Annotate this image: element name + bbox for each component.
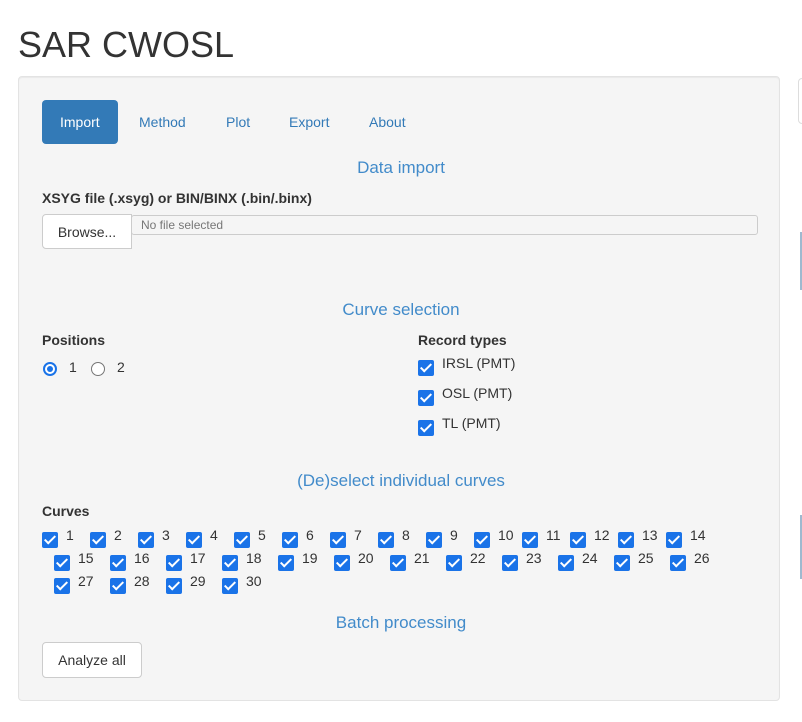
curve-checkbox[interactable] (558, 555, 574, 571)
curve-label: 18 (246, 550, 262, 566)
curve-label: 7 (354, 527, 362, 543)
curve-checkbox[interactable] (502, 555, 518, 571)
curve-label: 2 (114, 527, 122, 543)
curve-label: 16 (134, 550, 150, 566)
curve-checkbox[interactable] (618, 532, 634, 548)
file-input-label: XSYG file (.xsyg) or BIN/BINX (.bin/.bin… (42, 190, 312, 206)
positions-label: Positions (42, 332, 106, 348)
curve-label: 5 (258, 527, 266, 543)
curve-label: 20 (358, 550, 374, 566)
page-title: SAR CWOSL (18, 24, 235, 65)
browse-button[interactable]: Browse... (42, 214, 132, 249)
position-label-1: 1 (69, 359, 77, 375)
record-types-label: Record types (418, 332, 507, 348)
curve-checkbox[interactable] (570, 532, 586, 548)
curve-checkbox[interactable] (390, 555, 406, 571)
curve-checkbox[interactable] (446, 555, 462, 571)
curve-checkbox[interactable] (110, 578, 126, 594)
record-type-checkbox[interactable] (418, 360, 434, 376)
curve-label: 30 (246, 573, 262, 589)
curve-checkbox[interactable] (278, 555, 294, 571)
file-name-field[interactable]: No file selected (131, 215, 758, 235)
curve-checkbox[interactable] (166, 555, 182, 571)
position-radio-1[interactable] (43, 362, 57, 376)
curve-label: 11 (546, 527, 561, 543)
curve-label: 19 (302, 550, 318, 566)
curve-label: 17 (190, 550, 206, 566)
tab-export[interactable]: Export (271, 100, 347, 144)
curve-label: 29 (190, 573, 206, 589)
curve-label: 4 (210, 527, 218, 543)
curve-checkbox[interactable] (222, 578, 238, 594)
record-type-checkbox[interactable] (418, 420, 434, 436)
file-input: Browse... No file selected (42, 214, 758, 249)
curve-label: 10 (498, 527, 514, 543)
curve-checkbox[interactable] (378, 532, 394, 548)
curve-checkbox[interactable] (186, 532, 202, 548)
curve-checkbox[interactable] (474, 532, 490, 548)
curve-label: 22 (470, 550, 486, 566)
curve-label: 26 (694, 550, 710, 566)
curve-label: 12 (594, 527, 610, 543)
tab-import[interactable]: Import (42, 100, 118, 144)
curve-checkbox[interactable] (90, 532, 106, 548)
curve-label: 25 (638, 550, 654, 566)
curve-checkbox[interactable] (166, 578, 182, 594)
data-import-heading: Data import (357, 158, 445, 177)
adjacent-panel-edge (798, 78, 802, 124)
curve-checkbox[interactable] (426, 532, 442, 548)
curve-label: 15 (78, 550, 94, 566)
position-radio-2[interactable] (91, 362, 105, 376)
curve-checkbox[interactable] (234, 532, 250, 548)
curve-checkbox[interactable] (54, 578, 70, 594)
curve-label: 6 (306, 527, 314, 543)
curve-label: 27 (78, 573, 94, 589)
position-label-2: 2 (117, 359, 125, 375)
curve-checkbox[interactable] (54, 555, 70, 571)
tab-plot[interactable]: Plot (208, 100, 268, 144)
curve-label: 23 (526, 550, 542, 566)
record-type-checkbox[interactable] (418, 390, 434, 406)
curve-checkbox[interactable] (334, 555, 350, 571)
curve-label: 9 (450, 527, 458, 543)
curve-label: 28 (134, 573, 150, 589)
curve-label: 3 (162, 527, 170, 543)
curve-checkbox[interactable] (138, 532, 154, 548)
curve-checkbox[interactable] (42, 532, 58, 548)
analyze-all-button[interactable]: Analyze all (42, 642, 142, 678)
curve-label: 14 (690, 527, 706, 543)
curve-label: 1 (66, 527, 74, 543)
curve-selection-heading: Curve selection (342, 300, 460, 319)
tab-about[interactable]: About (351, 100, 424, 144)
curve-checkbox[interactable] (330, 532, 346, 548)
curve-label: 8 (402, 527, 410, 543)
curve-checkbox[interactable] (222, 555, 238, 571)
curve-checkbox[interactable] (670, 555, 686, 571)
curve-label: 13 (642, 527, 658, 543)
record-type-label: IRSL (PMT) (442, 355, 516, 371)
record-type-label: TL (PMT) (442, 415, 501, 431)
tab-method[interactable]: Method (121, 100, 204, 144)
record-type-label: OSL (PMT) (442, 385, 513, 401)
curves-label: Curves (42, 503, 90, 519)
curve-checkbox[interactable] (522, 532, 538, 548)
curve-label: 24 (582, 550, 598, 566)
curve-checkbox[interactable] (666, 532, 682, 548)
curve-checkbox[interactable] (110, 555, 126, 571)
individual-curves-heading: (De)select individual curves (297, 471, 505, 490)
curve-checkbox[interactable] (614, 555, 630, 571)
curve-checkbox[interactable] (282, 532, 298, 548)
curve-label: 21 (414, 550, 430, 566)
batch-processing-heading: Batch processing (335, 613, 467, 632)
